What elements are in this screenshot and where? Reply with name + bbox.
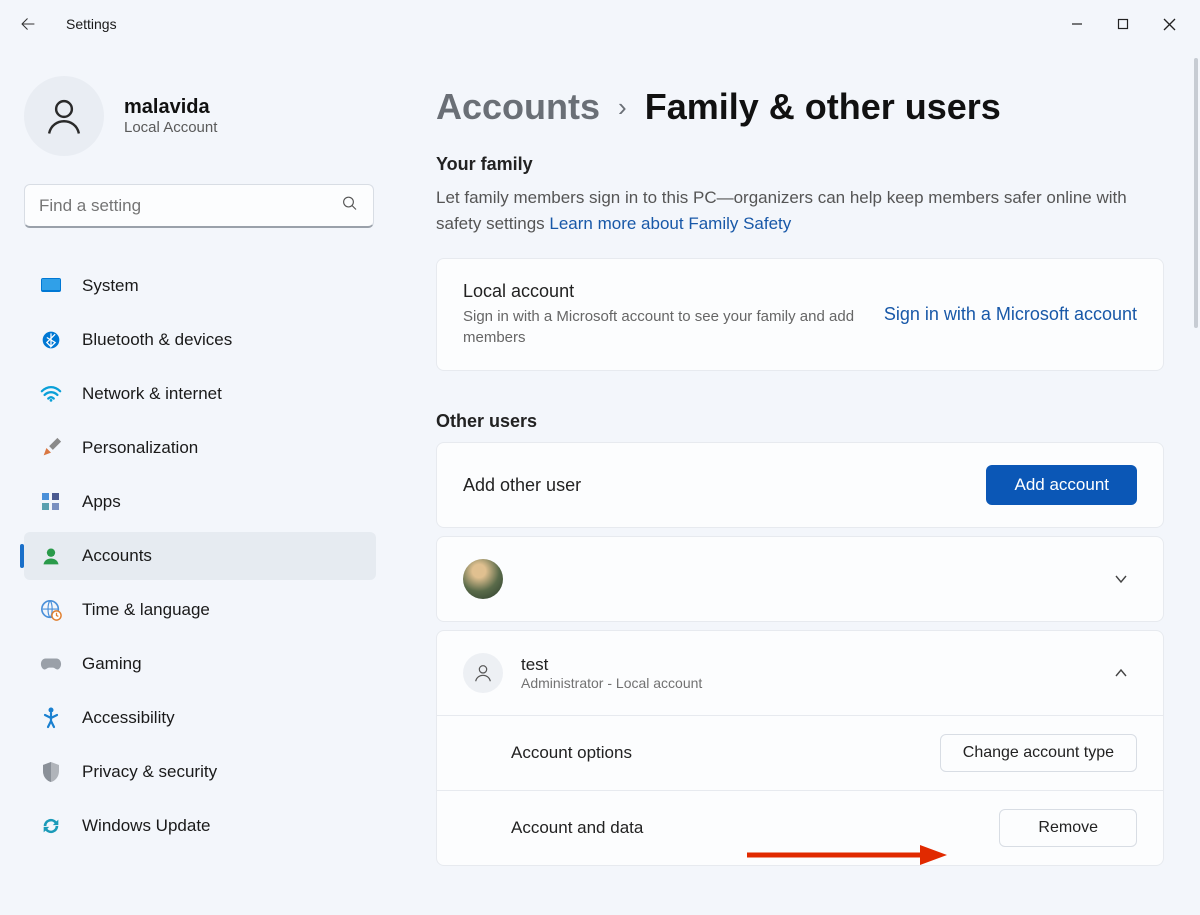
your-family-desc: Let family members sign in to this PC—or… [436, 185, 1164, 236]
avatar [24, 76, 104, 156]
add-other-user-row: Add other user Add account [437, 443, 1163, 527]
minimize-icon [1071, 18, 1083, 30]
user-block[interactable]: malavida Local Account [24, 76, 376, 156]
nav-gaming[interactable]: Gaming [24, 640, 376, 688]
close-icon [1163, 18, 1176, 31]
nav-label: Network & internet [82, 384, 222, 404]
your-family-heading: Your family [436, 154, 1164, 175]
user1-avatar [463, 559, 503, 599]
user2-header[interactable]: test Administrator - Local account [437, 631, 1163, 715]
nav-label: Windows Update [82, 816, 211, 836]
nav-label: Accessibility [82, 708, 175, 728]
collapse-user2[interactable] [1105, 657, 1137, 689]
close-button[interactable] [1146, 8, 1192, 40]
nav-time[interactable]: Time & language [24, 586, 376, 634]
accessibility-icon [40, 707, 62, 729]
globe-clock-icon [40, 599, 62, 621]
scrollbar[interactable] [1194, 58, 1198, 328]
chevron-down-icon [1113, 571, 1129, 587]
wifi-icon [40, 383, 62, 405]
search-input[interactable] [39, 196, 329, 216]
user-name: malavida [124, 96, 217, 119]
family-safety-link[interactable]: Learn more about Family Safety [549, 214, 791, 233]
breadcrumb: Accounts › Family & other users [436, 86, 1164, 128]
person-icon [43, 95, 85, 137]
local-account-title: Local account [463, 281, 884, 302]
nav-label: Privacy & security [82, 762, 217, 782]
gamepad-icon [40, 653, 62, 675]
user2-avatar [463, 653, 503, 693]
nav-privacy[interactable]: Privacy & security [24, 748, 376, 796]
other-users-heading: Other users [436, 411, 1164, 432]
account-and-data-label: Account and data [511, 818, 643, 838]
user-row-2: test Administrator - Local account Accou… [436, 630, 1164, 866]
breadcrumb-parent[interactable]: Accounts [436, 86, 600, 128]
nav-label: Accounts [82, 546, 152, 566]
nav-label: Bluetooth & devices [82, 330, 232, 350]
chevron-right-icon: › [618, 92, 627, 123]
remove-button[interactable]: Remove [999, 809, 1137, 847]
nav-label: System [82, 276, 139, 296]
other-users-card: Add other user Add account [436, 442, 1164, 528]
local-account-card: Local account Sign in with a Microsoft a… [436, 258, 1164, 371]
change-account-type-button[interactable]: Change account type [940, 734, 1137, 772]
add-account-button[interactable]: Add account [986, 465, 1137, 505]
paintbrush-icon [40, 437, 62, 459]
expand-user1[interactable] [1105, 563, 1137, 595]
add-other-user-label: Add other user [463, 475, 581, 496]
window-controls [1054, 8, 1192, 40]
nav-update[interactable]: Windows Update [24, 802, 376, 850]
app-title: Settings [66, 16, 117, 32]
user-subtitle: Local Account [124, 119, 217, 136]
signin-ms-account-link[interactable]: Sign in with a Microsoft account [884, 304, 1137, 325]
update-icon [40, 815, 62, 837]
account-options-label: Account options [511, 743, 632, 763]
nav-label: Gaming [82, 654, 142, 674]
nav-accounts[interactable]: Accounts [24, 532, 376, 580]
apps-icon [40, 491, 62, 513]
user-icon [40, 545, 62, 567]
search-box[interactable] [24, 184, 374, 228]
user2-sub: Administrator - Local account [521, 675, 702, 691]
titlebar: Settings [0, 0, 1200, 48]
display-icon [40, 275, 62, 297]
nav-label: Time & language [82, 600, 210, 620]
person-icon [472, 662, 494, 684]
nav-network[interactable]: Network & internet [24, 370, 376, 418]
maximize-icon [1117, 18, 1129, 30]
nav-system[interactable]: System [24, 262, 376, 310]
nav-accessibility[interactable]: Accessibility [24, 694, 376, 742]
user2-name: test [521, 655, 702, 675]
breadcrumb-current: Family & other users [645, 86, 1001, 128]
content: Accounts › Family & other users Your fam… [400, 48, 1200, 915]
chevron-up-icon [1113, 665, 1129, 681]
nav-list: System Bluetooth & devices Network & int… [24, 262, 376, 850]
maximize-button[interactable] [1100, 8, 1146, 40]
nav-label: Apps [82, 492, 121, 512]
back-button[interactable] [8, 4, 48, 44]
user-row-1[interactable] [436, 536, 1164, 622]
sidebar: malavida Local Account System Bluetooth … [0, 48, 400, 915]
local-account-sub: Sign in with a Microsoft account to see … [463, 306, 883, 348]
shield-icon [40, 761, 62, 783]
minimize-button[interactable] [1054, 8, 1100, 40]
nav-apps[interactable]: Apps [24, 478, 376, 526]
nav-bluetooth[interactable]: Bluetooth & devices [24, 316, 376, 364]
search-icon [341, 194, 359, 217]
bluetooth-icon [40, 329, 62, 351]
arrow-left-icon [19, 15, 37, 33]
nav-personalization[interactable]: Personalization [24, 424, 376, 472]
nav-label: Personalization [82, 438, 198, 458]
account-options-row: Account options Change account type [437, 715, 1163, 790]
account-and-data-row: Account and data Remove [437, 790, 1163, 865]
